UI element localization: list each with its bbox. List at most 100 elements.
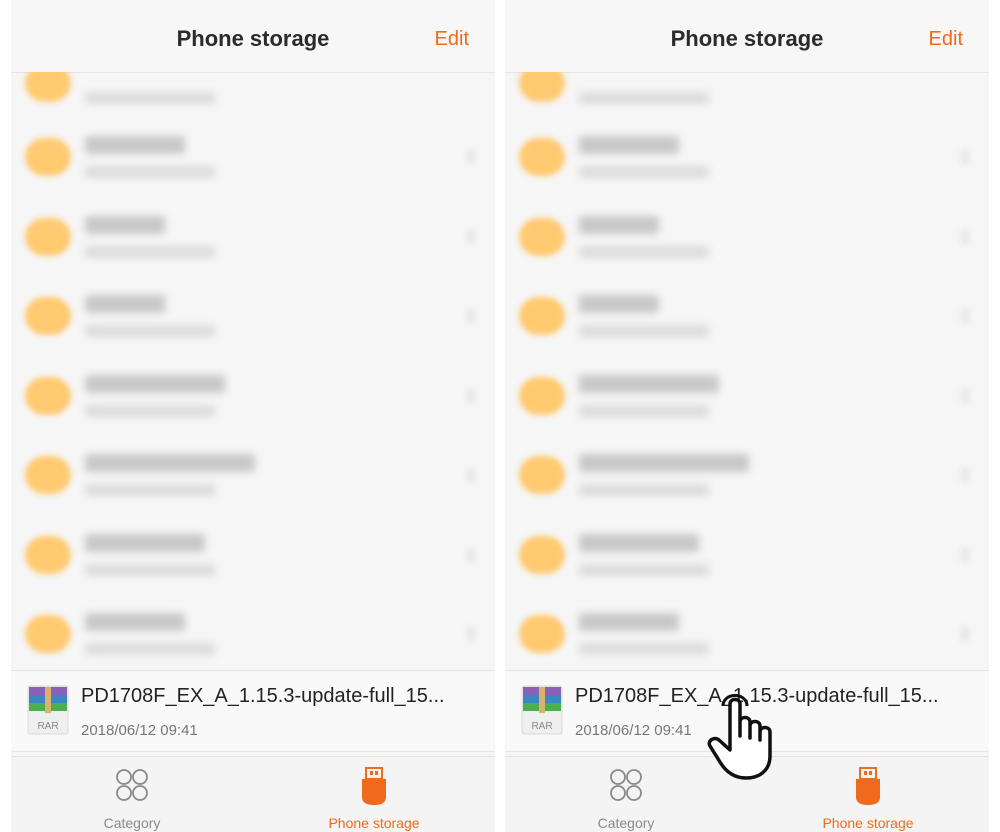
file-name: PD1708F_EX_A_1.15.3-update-full_15... <box>81 685 445 707</box>
folder-icon <box>25 536 71 574</box>
folder-row[interactable] <box>11 198 495 278</box>
folder-icon <box>25 218 71 256</box>
folder-name <box>579 613 679 631</box>
folder-icon <box>25 297 71 335</box>
folder-name <box>579 534 699 552</box>
chevron-right-icon <box>467 627 475 641</box>
tab-category-label: Category <box>597 815 655 831</box>
rar-label: RAR <box>37 721 58 732</box>
chevron-right-icon <box>467 230 475 244</box>
folder-list[interactable] <box>505 72 989 668</box>
folder-subtitle <box>85 246 215 258</box>
folder-list[interactable] <box>11 72 495 668</box>
bottom-nav: Category Phone storage <box>11 756 495 832</box>
folder-name <box>85 454 255 472</box>
folder-name <box>85 613 185 631</box>
folder-name <box>85 375 225 393</box>
folder-row[interactable] <box>505 357 989 437</box>
chevron-right-icon <box>467 468 475 482</box>
file-date: 2018/06/12 09:41 <box>575 722 692 739</box>
page-title: Phone storage <box>670 26 824 51</box>
chevron-right-icon <box>467 150 475 164</box>
folder-name <box>579 216 659 234</box>
folder-icon <box>519 138 565 176</box>
folder-icon <box>25 72 71 102</box>
folder-subtitle <box>579 643 709 655</box>
four-circles-icon <box>116 769 148 801</box>
folder-row[interactable] <box>11 595 495 668</box>
folder-subtitle <box>579 405 709 417</box>
folder-icon <box>519 456 565 494</box>
tab-phone-storage-label: Phone storage <box>328 815 420 831</box>
chevron-right-icon <box>961 548 969 562</box>
folder-row[interactable] <box>505 277 989 357</box>
folder-name <box>85 136 185 154</box>
folder-name <box>85 534 205 552</box>
folder-subtitle <box>579 484 709 496</box>
chevron-right-icon <box>961 230 969 244</box>
chevron-right-icon <box>467 309 475 323</box>
folder-name <box>85 295 165 313</box>
tab-phone-storage[interactable]: Phone storage <box>253 757 495 832</box>
folder-subtitle <box>579 564 709 576</box>
rar-archive-icon: RAR <box>521 685 563 735</box>
usb-drive-icon <box>362 767 386 805</box>
folder-row[interactable] <box>11 357 495 437</box>
folder-subtitle <box>579 325 709 337</box>
folder-row[interactable] <box>505 436 989 516</box>
folder-icon <box>25 456 71 494</box>
folder-row[interactable] <box>505 118 989 198</box>
chevron-right-icon <box>961 468 969 482</box>
rar-archive-icon: RAR <box>27 685 69 735</box>
folder-icon <box>519 536 565 574</box>
chevron-right-icon <box>467 548 475 562</box>
file-date: 2018/06/12 09:41 <box>81 722 198 739</box>
folder-name <box>579 454 749 472</box>
folder-subtitle <box>85 325 215 337</box>
folder-icon <box>25 138 71 176</box>
edit-button[interactable]: Edit <box>435 28 469 51</box>
folder-row[interactable] <box>505 198 989 278</box>
folder-icon <box>25 377 71 415</box>
phone-storage-screen: Phone storage Edit RAR PD1708F_EX_A_1.15… <box>11 0 495 832</box>
folder-icon <box>519 377 565 415</box>
folder-icon <box>25 615 71 653</box>
tap-hand-icon <box>707 694 772 780</box>
folder-row[interactable] <box>505 72 989 124</box>
folder-subtitle <box>579 92 709 104</box>
rar-label: RAR <box>531 721 552 732</box>
header: Phone storage Edit <box>505 0 989 73</box>
folder-name <box>85 216 165 234</box>
folder-subtitle <box>579 166 709 178</box>
header: Phone storage Edit <box>11 0 495 73</box>
chevron-right-icon <box>961 309 969 323</box>
folder-icon <box>519 72 565 102</box>
folder-row[interactable] <box>11 118 495 198</box>
folder-icon <box>519 615 565 653</box>
folder-name <box>579 136 679 154</box>
folder-icon <box>519 297 565 335</box>
folder-row[interactable] <box>11 516 495 596</box>
tab-category-label: Category <box>103 815 161 831</box>
folder-row[interactable] <box>11 72 495 124</box>
folder-subtitle <box>85 643 215 655</box>
chevron-right-icon <box>961 150 969 164</box>
folder-icon <box>519 218 565 256</box>
page-title: Phone storage <box>176 26 330 51</box>
folder-name <box>579 295 659 313</box>
folder-row[interactable] <box>11 436 495 516</box>
folder-row[interactable] <box>505 516 989 596</box>
folder-row[interactable] <box>11 277 495 357</box>
folder-subtitle <box>85 405 215 417</box>
file-row[interactable]: RAR PD1708F_EX_A_1.15.3-update-full_15..… <box>11 670 495 752</box>
four-circles-icon <box>610 769 642 801</box>
chevron-right-icon <box>467 389 475 403</box>
folder-subtitle <box>85 92 215 104</box>
tab-category[interactable]: Category <box>11 757 253 832</box>
folder-row[interactable] <box>505 595 989 668</box>
folder-subtitle <box>579 246 709 258</box>
chevron-right-icon <box>961 389 969 403</box>
folder-subtitle <box>85 166 215 178</box>
tab-phone-storage-label: Phone storage <box>822 815 914 831</box>
edit-button[interactable]: Edit <box>929 28 963 51</box>
